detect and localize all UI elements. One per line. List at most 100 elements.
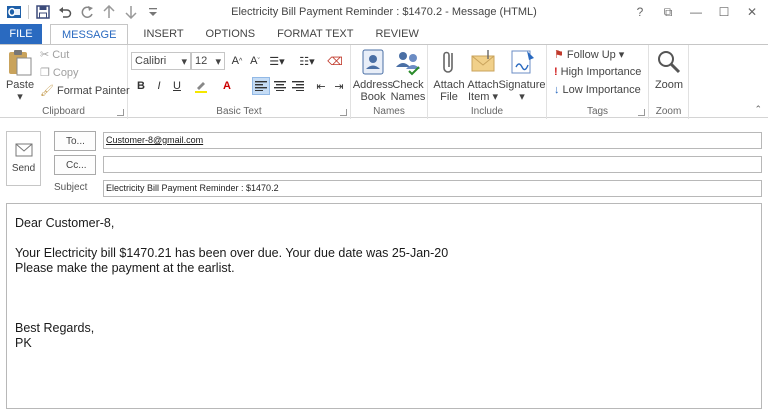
cc-button[interactable]: Cc... [54,155,96,175]
paste-button[interactable]: Paste ▾ [6,47,34,103]
magnifier-icon [658,51,681,74]
font-color-icon[interactable]: A [218,77,236,95]
send-icon [15,143,32,157]
down-arrow-icon: ↓ [554,84,560,96]
to-field[interactable]: Customer-8@gmail.com [103,132,762,149]
paintbrush-icon: 🖌 [40,85,54,97]
minimize-button[interactable]: — [684,2,708,22]
zoom-group: Zoom Zoom [649,45,689,119]
attach-item-label-line2: Item ▾ [468,91,498,103]
attach-file-button[interactable]: Attach File [432,47,466,103]
paste-dropdown-icon: ▾ [17,91,23,103]
send-button[interactable]: Send [6,131,41,186]
chevron-down-icon: ▾ [181,55,187,68]
tab-format-text[interactable]: FORMAT TEXT [266,24,364,44]
align-right-icon[interactable] [289,77,307,95]
font-name-combo[interactable]: Calibri ▾ [131,52,191,70]
basic-text-group-label: Basic Text [216,106,262,117]
attach-file-label-line2: File [440,91,458,103]
check-names-label-line2: Names [390,91,426,103]
subject-label: Subject [54,182,88,193]
bullets-icon[interactable]: ☰▾ [268,52,286,70]
paperclip-icon [443,51,453,73]
attach-item-button[interactable]: Attach Item ▾ [466,47,500,103]
signature-button[interactable]: Signature ▾ [498,47,546,103]
follow-up-button[interactable]: ⚑ Follow Up ▾ [554,48,625,62]
message-body[interactable]: Dear Customer-8, Your Electricity bill $… [6,203,762,409]
zoom-button[interactable]: Zoom [652,47,686,91]
closing-text: Best Regards, [15,321,95,335]
bold-button[interactable]: B [132,77,150,95]
italic-button[interactable]: I [150,77,168,95]
send-label: Send [11,163,36,174]
names-group-label: Names [373,106,405,117]
font-size-value: 12 [195,55,208,67]
to-button[interactable]: To... [54,131,96,151]
tab-review[interactable]: REVIEW [364,24,429,44]
tags-group-label: Tags [586,106,609,117]
cc-field[interactable] [103,156,762,173]
copy-label: Copy [52,66,79,79]
low-importance-button[interactable]: ↓ Low Importance [554,84,641,96]
clipboard-group: Paste ▾ ✂ Cut ❐ Copy 🖌 Format Painter Cl… [0,45,130,119]
address-book-icon [362,49,384,75]
clipboard-launcher-icon[interactable] [117,109,124,116]
tab-file[interactable]: FILE [0,24,42,44]
check-names-label-line1: Check [392,79,424,91]
help-button[interactable]: ? [628,2,652,22]
greeting-text: Dear Customer-8, [15,216,115,230]
copy-icon: ❐ [40,67,50,79]
attach-item-icon [471,50,495,72]
ribbon: Paste ▾ ✂ Cut ❐ Copy 🖌 Format Painter Cl… [0,44,768,119]
ribbon-tabs: FILE MESSAGE INSERT OPTIONS FORMAT TEXT … [0,24,768,45]
follow-up-label: Follow Up [566,48,616,61]
check-names-icon [396,52,420,76]
grow-font-button[interactable]: A ^ [228,52,246,70]
attach-file-label-line1: Attach [433,79,465,91]
numbering-icon[interactable]: ☷▾ [298,52,316,70]
basic-text-group: Calibri ▾ 12 ▾ A ^ Aˇ ☰▾ ☷▾ ⌫ B I U A ⇤ ⇥… [128,45,351,119]
font-name-value: Calibri [135,55,167,67]
exclamation-icon: ! [554,66,558,78]
format-painter-label: Format Painter [56,84,130,97]
address-book-button[interactable]: Address Book [352,47,394,103]
window-controls: ? ⧉ — ☐ ✕ [628,2,764,22]
tab-options[interactable]: OPTIONS [195,24,267,44]
tab-insert[interactable]: INSERT [132,24,194,44]
tags-group: ⚑ Follow Up ▾ ! High Importance ↓ Low Im… [547,45,649,119]
clear-formatting-icon[interactable]: ⌫ [326,52,344,70]
scissors-icon: ✂ [40,49,50,61]
signature-text: PK [15,336,32,350]
decrease-indent-icon[interactable]: ⇤ [312,77,330,95]
tab-message[interactable]: MESSAGE [50,24,129,45]
cut-label: Cut [52,48,70,61]
high-importance-button[interactable]: ! High Importance [554,66,641,78]
subject-field[interactable]: Electricity Bill Payment Reminder : $147… [103,180,762,197]
close-button[interactable]: ✕ [740,2,764,22]
chevron-down-icon: ▾ [618,49,625,61]
collapse-ribbon-icon[interactable]: ⌃ [754,104,762,115]
align-center-icon[interactable] [271,77,289,95]
maximize-button[interactable]: ☐ [712,2,736,22]
format-painter-button[interactable]: 🖌 Format Painter [40,84,130,98]
font-size-combo[interactable]: 12 ▾ [191,52,225,70]
copy-button[interactable]: ❐ Copy [40,66,79,80]
check-names-button[interactable]: Check Names [391,47,425,103]
underline-button[interactable]: U [168,77,186,95]
clipboard-group-label: Clipboard [42,106,85,117]
attach-item-label-line1: Attach [467,79,499,91]
include-group: Attach File Attach Item ▾ Signature ▾ In… [428,45,547,119]
shrink-font-button[interactable]: Aˇ [246,52,264,70]
cut-button[interactable]: ✂ Cut [40,48,70,62]
ribbon-display-options-button[interactable]: ⧉ [656,2,680,22]
chevron-down-icon: ▾ [215,55,221,68]
align-left-icon[interactable] [252,77,270,95]
increase-indent-icon[interactable]: ⇥ [330,77,348,95]
highlight-icon[interactable] [192,77,210,95]
signature-icon [511,50,534,74]
body-line-2: Please make the payment at the earlist. [15,261,235,275]
tags-launcher-icon[interactable] [638,109,645,116]
basic-text-launcher-icon[interactable] [340,109,347,116]
address-book-label-line2: Book [360,91,386,103]
address-book-label-line1: Address [352,79,394,91]
